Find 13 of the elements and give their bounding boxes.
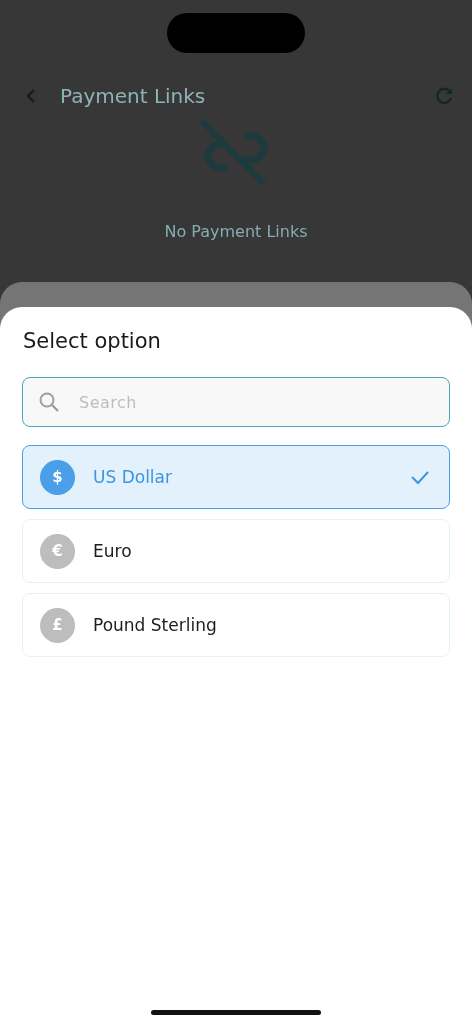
currency-name: US Dollar	[93, 467, 173, 487]
currency-option[interactable]: € Euro	[22, 519, 450, 583]
search-icon	[38, 391, 60, 413]
empty-message: No Payment Links	[164, 222, 308, 241]
currency-symbol: $	[40, 459, 75, 495]
search-field[interactable]: Search	[22, 377, 450, 427]
sheet-title: Select option	[23, 329, 162, 353]
screen-title: Payment Links	[60, 84, 207, 108]
currency-option[interactable]: £ Pound Sterling	[22, 593, 450, 657]
currency-symbol: €	[40, 533, 75, 569]
currency-name: Euro	[93, 541, 133, 561]
currency-name: Pound Sterling	[93, 615, 218, 635]
currency-symbol: £	[40, 607, 75, 643]
